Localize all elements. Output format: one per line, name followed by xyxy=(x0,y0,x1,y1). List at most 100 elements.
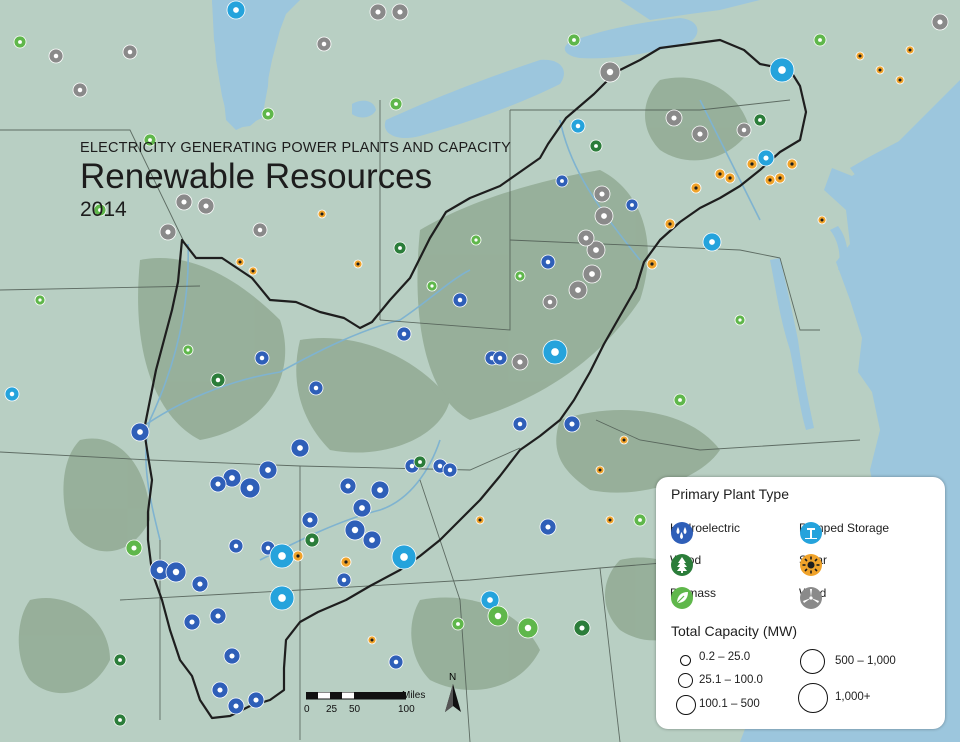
raindrops-icon xyxy=(497,355,503,361)
water-tower-icon xyxy=(551,348,559,356)
scale-tick-label: 50 xyxy=(349,704,361,715)
scale-tick-label: 0 xyxy=(304,704,310,715)
turbine-icon xyxy=(583,235,589,241)
raindrops-icon xyxy=(409,463,415,469)
raindrops-icon xyxy=(233,703,239,709)
raindrops-icon xyxy=(217,687,223,693)
raindrops-icon xyxy=(517,421,523,427)
raindrops-icon xyxy=(369,537,375,543)
sun-icon xyxy=(478,518,482,522)
map-year: 2014 xyxy=(80,198,127,221)
tree-icon xyxy=(118,718,122,722)
raindrops-icon xyxy=(229,653,235,659)
legend-capacity-heading: Total Capacity (MW) xyxy=(671,623,798,639)
water-tower-icon xyxy=(800,522,822,544)
capacity-label: 1,000+ xyxy=(835,691,871,703)
raindrops-icon xyxy=(189,619,195,625)
raindrops-icon xyxy=(560,179,564,183)
water-tower-icon xyxy=(278,594,286,602)
tree-icon xyxy=(758,118,762,122)
leaf-icon xyxy=(266,112,270,116)
leaf-icon xyxy=(186,348,190,352)
raindrops-icon xyxy=(197,581,203,587)
sun-icon xyxy=(694,186,698,190)
leaf-icon xyxy=(430,284,434,288)
leaf-icon xyxy=(394,102,398,106)
capacity-circle-xs xyxy=(680,655,691,666)
leaf-icon xyxy=(572,38,576,42)
leaf-icon xyxy=(474,238,478,242)
tree-icon xyxy=(671,554,693,576)
legend-item-wood: Wood xyxy=(670,553,701,576)
turbine-icon xyxy=(800,587,822,609)
leaf-icon xyxy=(38,298,42,302)
sun-icon xyxy=(790,162,794,166)
turbine-icon xyxy=(547,299,553,305)
turbine-icon xyxy=(606,68,614,76)
turbine-icon xyxy=(517,359,523,365)
raindrops-icon xyxy=(156,566,164,574)
raindrops-icon xyxy=(457,297,463,303)
raindrops-icon xyxy=(137,429,143,435)
leaf-icon xyxy=(494,612,502,620)
leaf-icon xyxy=(738,318,742,322)
legend-item-biomass: Biomass xyxy=(670,586,716,609)
turbine-icon xyxy=(599,191,605,197)
sun-icon xyxy=(296,554,300,558)
raindrops-icon xyxy=(341,577,347,583)
turbine-icon xyxy=(601,213,607,219)
scale-bar-graphic xyxy=(306,692,406,700)
leaf-icon xyxy=(518,274,522,278)
raindrops-icon xyxy=(359,505,365,511)
sun-icon xyxy=(878,68,882,72)
tree-icon xyxy=(594,144,598,148)
capacity-circle-lg xyxy=(800,649,825,674)
map-title-block: ELECTRICITY GENERATING POWER PLANTS AND … xyxy=(80,140,511,222)
water-tower-icon xyxy=(233,7,239,13)
water-tower-icon xyxy=(575,123,581,129)
raindrops-icon xyxy=(447,467,453,473)
turbine-icon xyxy=(127,49,133,55)
sun-icon xyxy=(622,438,626,442)
sun-icon xyxy=(778,176,782,180)
legend-item-pumped-storage: Pumped Storage xyxy=(799,521,889,544)
sun-icon xyxy=(650,262,654,266)
sun-icon xyxy=(356,262,360,266)
raindrops-icon xyxy=(345,483,351,489)
legend-item-wind: Wind xyxy=(799,586,826,609)
raindrops-icon xyxy=(569,421,575,427)
turbine-icon xyxy=(77,87,83,93)
sun-icon xyxy=(898,78,902,82)
leaf-icon xyxy=(671,587,693,609)
sun-icon xyxy=(370,638,374,642)
water-tower-icon xyxy=(9,391,15,397)
water-tower-icon xyxy=(763,155,769,161)
legend-item-solar: Solar xyxy=(799,553,827,576)
water-tower-icon xyxy=(709,239,715,245)
leaf-icon xyxy=(456,622,460,626)
capacity-label: 0.2 – 25.0 xyxy=(699,651,751,663)
legend-plant-type-heading: Primary Plant Type xyxy=(671,486,790,502)
tree-icon xyxy=(579,625,585,631)
raindrops-icon xyxy=(545,524,551,530)
sun-icon xyxy=(728,176,732,180)
tree-icon xyxy=(215,377,221,383)
sun-icon xyxy=(750,162,754,166)
raindrops-icon xyxy=(265,467,271,473)
sun-icon xyxy=(251,269,255,273)
raindrops-icon xyxy=(172,568,180,576)
raindrops-icon xyxy=(313,385,319,391)
turbine-icon xyxy=(397,9,403,15)
water-tower-icon xyxy=(400,553,408,561)
turbine-icon xyxy=(575,287,581,293)
water-tower-icon xyxy=(487,597,493,603)
capacity-label: 100.1 – 500 xyxy=(699,698,760,710)
leaf-icon xyxy=(524,624,532,632)
leaf-icon xyxy=(678,398,682,402)
raindrops-icon xyxy=(253,697,259,703)
map-view[interactable]: ELECTRICITY GENERATING POWER PLANTS AND … xyxy=(0,0,960,742)
turbine-icon xyxy=(165,229,171,235)
turbine-icon xyxy=(321,41,327,47)
map-legend: Primary Plant Type Hydroelectric Pumped … xyxy=(656,477,945,729)
raindrops-icon xyxy=(297,445,303,451)
